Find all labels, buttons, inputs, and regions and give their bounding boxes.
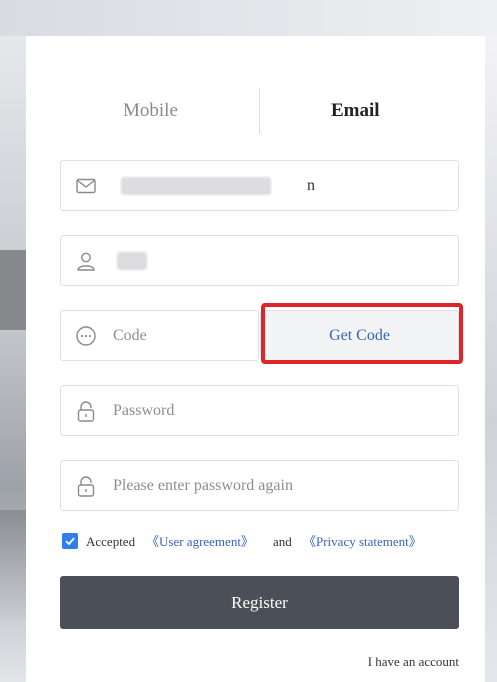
agreement-prefix: Accepted: [86, 534, 136, 549]
user-agreement-link[interactable]: 《User agreement》: [146, 533, 254, 551]
username-field[interactable]: [60, 235, 459, 286]
email-value-tail: n: [307, 177, 315, 194]
chat-bubble-icon: [76, 326, 96, 346]
tab-divider: [259, 88, 260, 134]
background-right: [485, 36, 497, 682]
login-method-tabs: Mobile Email: [26, 88, 485, 166]
verification-code-field[interactable]: Code: [60, 310, 259, 361]
privacy-statement-link[interactable]: 《Privacy statement》: [303, 533, 422, 551]
get-code-button[interactable]: Get Code: [260, 310, 459, 361]
agreement-checkbox[interactable]: [62, 533, 78, 549]
background-shape: [0, 250, 26, 330]
redacted-value: [121, 177, 271, 195]
mail-icon: [76, 178, 96, 194]
redacted-value: [117, 252, 147, 270]
agreement-and: and: [273, 534, 292, 549]
have-account-link[interactable]: I have an account: [368, 654, 459, 670]
register-button[interactable]: Register: [60, 576, 459, 629]
code-placeholder: Code: [113, 327, 147, 344]
tab-mobile[interactable]: Mobile: [123, 96, 178, 126]
email-field[interactable]: n: [60, 160, 459, 211]
background-top: [0, 0, 497, 36]
lock-icon: [77, 476, 95, 497]
user-icon: [77, 252, 95, 271]
lock-icon: [77, 401, 95, 422]
password-field[interactable]: Password: [60, 385, 459, 436]
background-shape: [0, 510, 26, 620]
register-card: Mobile Email n Code Get Code Password Pl…: [26, 36, 485, 682]
password-placeholder: Password: [113, 402, 175, 419]
confirm-password-field[interactable]: Please enter password again: [60, 460, 459, 511]
tab-email[interactable]: Email: [331, 96, 380, 126]
check-icon: [65, 537, 75, 546]
confirm-password-placeholder: Please enter password again: [113, 477, 293, 494]
